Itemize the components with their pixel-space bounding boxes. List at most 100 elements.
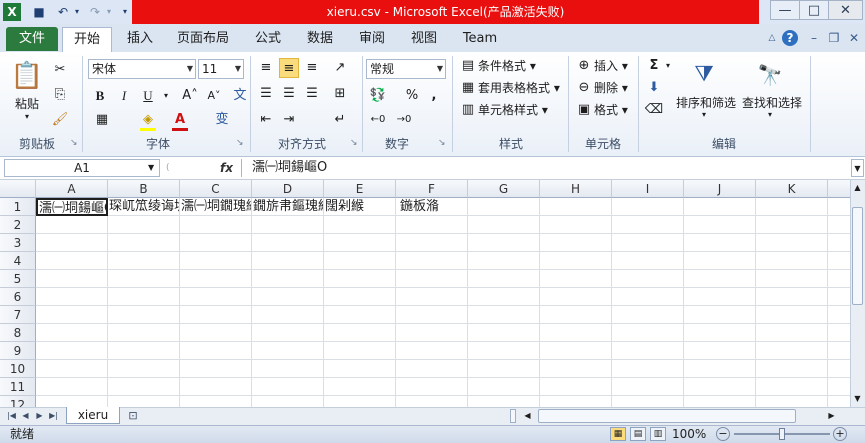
page-layout-view-icon[interactable]: ▤ xyxy=(630,427,646,441)
select-all-corner[interactable] xyxy=(0,180,36,198)
zoom-in-icon[interactable]: + xyxy=(833,427,847,441)
orientation-icon[interactable]: ↗ xyxy=(330,58,350,78)
last-sheet-icon[interactable]: ▶| xyxy=(48,409,59,423)
cell-a1[interactable]: 濡㈠垌鍚嶇О xyxy=(36,198,108,216)
tab-view[interactable]: 视图 xyxy=(402,27,446,51)
row-header[interactable]: 4 xyxy=(0,252,36,270)
italic-button[interactable]: I xyxy=(114,86,134,106)
prev-sheet-icon[interactable]: ◀ xyxy=(20,409,31,423)
percent-button[interactable]: % xyxy=(402,86,422,106)
underline-dropdown-icon[interactable]: ▾ xyxy=(156,86,176,106)
merge-center-icon[interactable]: ⊞ xyxy=(330,84,350,104)
column-header[interactable]: J xyxy=(684,180,756,198)
zoom-out-icon[interactable]: − xyxy=(716,427,730,441)
underline-button[interactable]: U xyxy=(138,86,158,106)
autosum-dropdown-icon[interactable]: ▾ xyxy=(658,56,678,76)
font-size-select[interactable]: 11 ▼ xyxy=(198,59,244,79)
tab-data[interactable]: 数据 xyxy=(298,27,342,51)
row-header[interactable]: 12 xyxy=(0,396,36,407)
insert-cells-icon[interactable]: ⊕ xyxy=(574,56,594,76)
close-button[interactable]: ✕ xyxy=(828,0,863,20)
column-header[interactable]: B xyxy=(108,180,180,198)
row-header[interactable]: 6 xyxy=(0,288,36,306)
format-as-table-button[interactable]: 套用表格格式 ▾ xyxy=(478,78,560,98)
tab-home[interactable]: 开始 xyxy=(62,27,112,53)
font-name-select[interactable]: 宋体 ▼ xyxy=(88,59,196,79)
doc-restore-icon[interactable]: ❐ xyxy=(826,30,842,46)
align-top-icon[interactable]: ≡ xyxy=(256,58,276,78)
sort-dropdown-icon[interactable]: ▾ xyxy=(696,110,712,120)
cell-styles-icon[interactable]: ▥ xyxy=(458,100,478,120)
font-color-icon[interactable]: A xyxy=(170,110,190,130)
scroll-down-icon[interactable]: ▼ xyxy=(852,393,863,405)
decrease-font-icon[interactable]: A˅ xyxy=(204,86,224,106)
column-header[interactable]: K xyxy=(756,180,828,198)
fill-icon[interactable]: ⬇ xyxy=(644,78,664,98)
clear-icon[interactable]: ⌫ xyxy=(644,100,664,120)
column-header[interactable]: H xyxy=(540,180,612,198)
decrease-decimal-icon[interactable]: →0 xyxy=(394,110,414,130)
sort-filter-icon[interactable]: ⧩ xyxy=(684,58,724,92)
wrap-text-icon[interactable]: ↵ xyxy=(330,110,350,130)
number-format-select[interactable]: 常规 ▼ xyxy=(366,59,446,79)
row-header[interactable]: 9 xyxy=(0,342,36,360)
scroll-up-icon[interactable]: ▲ xyxy=(852,182,863,194)
column-header[interactable]: F xyxy=(396,180,468,198)
align-right-icon[interactable]: ☰ xyxy=(302,84,322,104)
find-select-icon[interactable]: 🔭 xyxy=(750,58,790,92)
add-sheet-icon[interactable]: ⊡ xyxy=(124,408,142,423)
normal-view-icon[interactable]: ▦ xyxy=(610,427,626,441)
column-header[interactable] xyxy=(828,180,850,198)
formula-bar-grip-icon[interactable]: ( xyxy=(166,160,178,176)
cut-icon[interactable]: ✂ xyxy=(50,60,70,80)
find-select-button[interactable]: 查找和选择 xyxy=(740,94,804,110)
delete-cells-button[interactable]: 删除 ▾ xyxy=(594,78,628,98)
sheet-tab-xieru[interactable]: xieru xyxy=(66,407,120,424)
cell-f1[interactable]: 鍦板潃 xyxy=(396,198,468,216)
zoom-level[interactable]: 100% xyxy=(672,426,706,443)
save-icon[interactable]: ■ xyxy=(30,3,48,21)
column-header[interactable]: C xyxy=(180,180,252,198)
excel-logo-icon[interactable]: X xyxy=(3,3,21,21)
tab-team[interactable]: Team xyxy=(456,27,504,51)
insert-cells-button[interactable]: 插入 ▾ xyxy=(594,56,628,76)
format-cells-button[interactable]: 格式 ▾ xyxy=(594,100,628,120)
tab-file[interactable]: 文件 xyxy=(6,27,58,51)
scroll-right-icon[interactable]: ▶ xyxy=(826,409,837,423)
cell-e1[interactable]: 闊剁緱 xyxy=(324,198,396,216)
conditional-format-icon[interactable]: ▤ xyxy=(458,56,478,76)
increase-decimal-icon[interactable]: ←0 xyxy=(368,110,388,130)
paste-icon[interactable]: 📋 xyxy=(10,58,44,94)
sort-filter-button[interactable]: 排序和筛选 xyxy=(674,94,738,110)
name-box[interactable]: A1 xyxy=(4,159,160,177)
row-header[interactable]: 10 xyxy=(0,360,36,378)
increase-font-icon[interactable]: A˄ xyxy=(180,86,200,106)
row-header[interactable]: 7 xyxy=(0,306,36,324)
increase-indent-icon[interactable]: ⇥ xyxy=(279,110,299,130)
decrease-indent-icon[interactable]: ⇤ xyxy=(256,110,276,130)
scroll-left-icon[interactable]: ◀ xyxy=(522,409,533,423)
copy-icon[interactable]: ⎘ xyxy=(50,85,70,105)
cell-d1[interactable]: 鐗旂帇鏂瑰紡 xyxy=(252,198,324,216)
format-painter-icon[interactable]: 🖌 xyxy=(50,110,70,130)
zoom-slider-thumb[interactable] xyxy=(779,428,785,440)
vertical-scroll-thumb[interactable] xyxy=(852,207,863,305)
first-sheet-icon[interactable]: |◀ xyxy=(6,409,17,423)
row-header[interactable]: 11 xyxy=(0,378,36,396)
tab-page-layout[interactable]: 页面布局 xyxy=(170,27,236,51)
doc-minimize-icon[interactable]: – xyxy=(806,30,822,46)
column-header[interactable]: I xyxy=(612,180,684,198)
row-header[interactable]: 8 xyxy=(0,324,36,342)
paste-button[interactable]: 粘贴 xyxy=(10,95,44,111)
format-table-icon[interactable]: ▦ xyxy=(458,78,478,98)
font-launcher-icon[interactable]: ↘ xyxy=(236,138,246,148)
cell-c1[interactable]: 濡㈠垌鐗瑰緛 xyxy=(180,198,252,216)
row-header[interactable]: 5 xyxy=(0,270,36,288)
cell-b1[interactable]: 琛屼笟绫诲埆 xyxy=(108,198,180,216)
worksheet-grid[interactable]: A B C D E F G H I J K 1 2 3 4 5 6 7 8 9 … xyxy=(0,180,850,407)
delete-cells-icon[interactable]: ⊖ xyxy=(574,78,594,98)
number-launcher-icon[interactable]: ↘ xyxy=(438,138,448,148)
next-sheet-icon[interactable]: ▶ xyxy=(34,409,45,423)
phonetic-icon[interactable]: 文 xyxy=(230,86,250,106)
column-header[interactable]: E xyxy=(324,180,396,198)
